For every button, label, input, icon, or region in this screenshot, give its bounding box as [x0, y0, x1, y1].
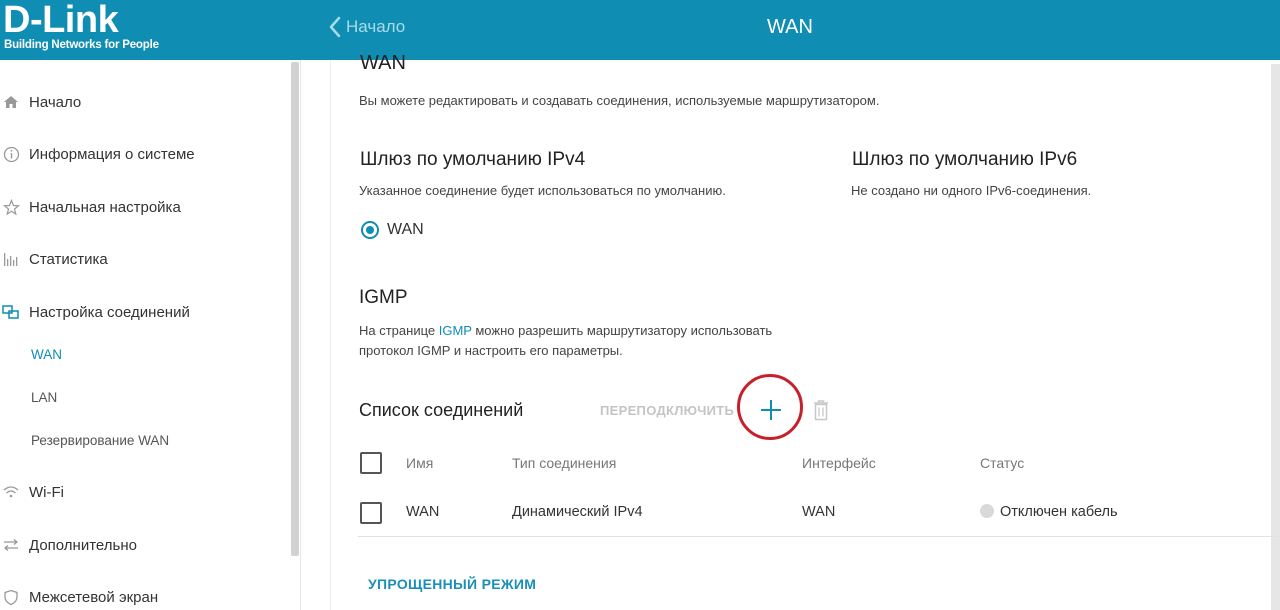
- wifi-icon: [0, 483, 22, 501]
- connections-icon: [0, 303, 22, 321]
- sidebar-item-system-info[interactable]: Информация о системе: [0, 145, 195, 163]
- row-checkbox[interactable]: [360, 502, 382, 524]
- ipv4-gateway-title: Шлюз по умолчанию IPv4: [360, 149, 586, 170]
- delete-button[interactable]: [811, 398, 831, 422]
- sidebar-item-label: Начальная настройка: [29, 198, 181, 216]
- ipv4-gateway-radio-option[interactable]: WAN: [361, 221, 424, 239]
- sidebar-item-label: Настройка соединений: [29, 303, 190, 321]
- igmp-link[interactable]: IGMP: [439, 323, 472, 338]
- simple-mode-button[interactable]: УПРОЩЕННЫЙ РЕЖИМ: [368, 576, 536, 592]
- highlight-circle: [737, 374, 803, 440]
- connections-list-title: Список соединений: [359, 400, 524, 420]
- sidebar-item-label: Дополнительно: [29, 536, 137, 554]
- home-icon: [0, 93, 22, 111]
- shield-icon: [0, 588, 22, 606]
- sidebar-subitem-wan[interactable]: WAN: [31, 347, 62, 362]
- column-header-type[interactable]: Тип соединения: [512, 455, 616, 471]
- select-all-checkbox[interactable]: [360, 452, 382, 474]
- trash-icon: [814, 400, 828, 421]
- radio-button-selected[interactable]: [361, 221, 379, 239]
- top-bar: Начало WAN: [300, 0, 1280, 60]
- sidebar: [0, 60, 301, 610]
- sidebar-item-label: Межсетевой экран: [29, 588, 159, 606]
- ipv4-gateway-description: Указанное соединение будет использоватьс…: [359, 183, 726, 198]
- sidebar-item-label: Wi-Fi: [29, 483, 64, 501]
- logo-tagline: Building Networks for People: [4, 39, 159, 51]
- page-scrollbar[interactable]: [1271, 64, 1280, 610]
- bar-chart-icon: [0, 250, 22, 268]
- sidebar-subitem-wan-backup[interactable]: Резервирование WAN: [31, 433, 169, 448]
- info-icon: [0, 145, 22, 163]
- connection-name-cell[interactable]: WAN: [406, 504, 439, 520]
- section-title: WAN: [360, 52, 406, 74]
- sidebar-item-connections[interactable]: Настройка соединений: [0, 303, 190, 321]
- column-header-interface[interactable]: Интерфейс: [802, 455, 876, 471]
- star-icon: [0, 198, 22, 216]
- logo-brand: D-Link: [3, 0, 119, 41]
- radio-label: WAN: [387, 221, 424, 238]
- ipv6-gateway-title: Шлюз по умолчанию IPv6: [852, 149, 1078, 170]
- connection-type-cell: Динамический IPv4: [512, 504, 643, 520]
- igmp-desc-before: На странице: [359, 323, 439, 338]
- status-text: Отключен кабель: [1000, 504, 1118, 520]
- column-header-name[interactable]: Имя: [406, 455, 433, 471]
- sidebar-scrollbar[interactable]: [291, 62, 299, 556]
- igmp-description: На странице IGMP можно разрешить маршрут…: [359, 321, 772, 361]
- reconnect-button[interactable]: ПЕРЕПОДКЛЮЧИТЬ: [600, 403, 734, 418]
- sidebar-item-label: Начало: [29, 93, 82, 111]
- sidebar-item-firewall[interactable]: Межсетевой экран: [0, 588, 158, 606]
- ipv6-gateway-description: Не создано ни одного IPv6-соединения.: [851, 183, 1092, 198]
- row-divider: [358, 536, 1280, 537]
- sidebar-item-home[interactable]: Начало: [0, 93, 81, 111]
- status-indicator-icon: [980, 504, 994, 518]
- connection-status-cell: Отключен кабель: [980, 504, 1118, 520]
- sidebar-item-label: Статистика: [29, 250, 108, 268]
- column-header-status[interactable]: Статус: [980, 455, 1024, 471]
- igmp-desc-line2: протокол IGMP и настроить его параметры.: [359, 343, 623, 358]
- connection-interface-cell: WAN: [802, 504, 836, 520]
- igmp-title: IGMP: [359, 287, 408, 308]
- sidebar-item-wifi[interactable]: Wi-Fi: [0, 483, 64, 501]
- sidebar-item-initial-setup[interactable]: Начальная настройка: [0, 198, 181, 216]
- arrows-icon: [0, 536, 22, 554]
- igmp-desc-after: можно разрешить маршрутизатору использов…: [471, 323, 773, 338]
- sidebar-item-advanced[interactable]: Дополнительно: [0, 536, 137, 554]
- sidebar-subitem-lan[interactable]: LAN: [31, 390, 57, 405]
- sidebar-item-label: Информация о системе: [29, 145, 195, 163]
- dlink-logo[interactable]: D-Link Building Networks for People: [0, 0, 300, 60]
- sidebar-item-statistics[interactable]: Статистика: [0, 250, 108, 268]
- section-description: Вы можете редактировать и создавать соед…: [359, 93, 880, 108]
- page-title: WAN: [767, 16, 813, 38]
